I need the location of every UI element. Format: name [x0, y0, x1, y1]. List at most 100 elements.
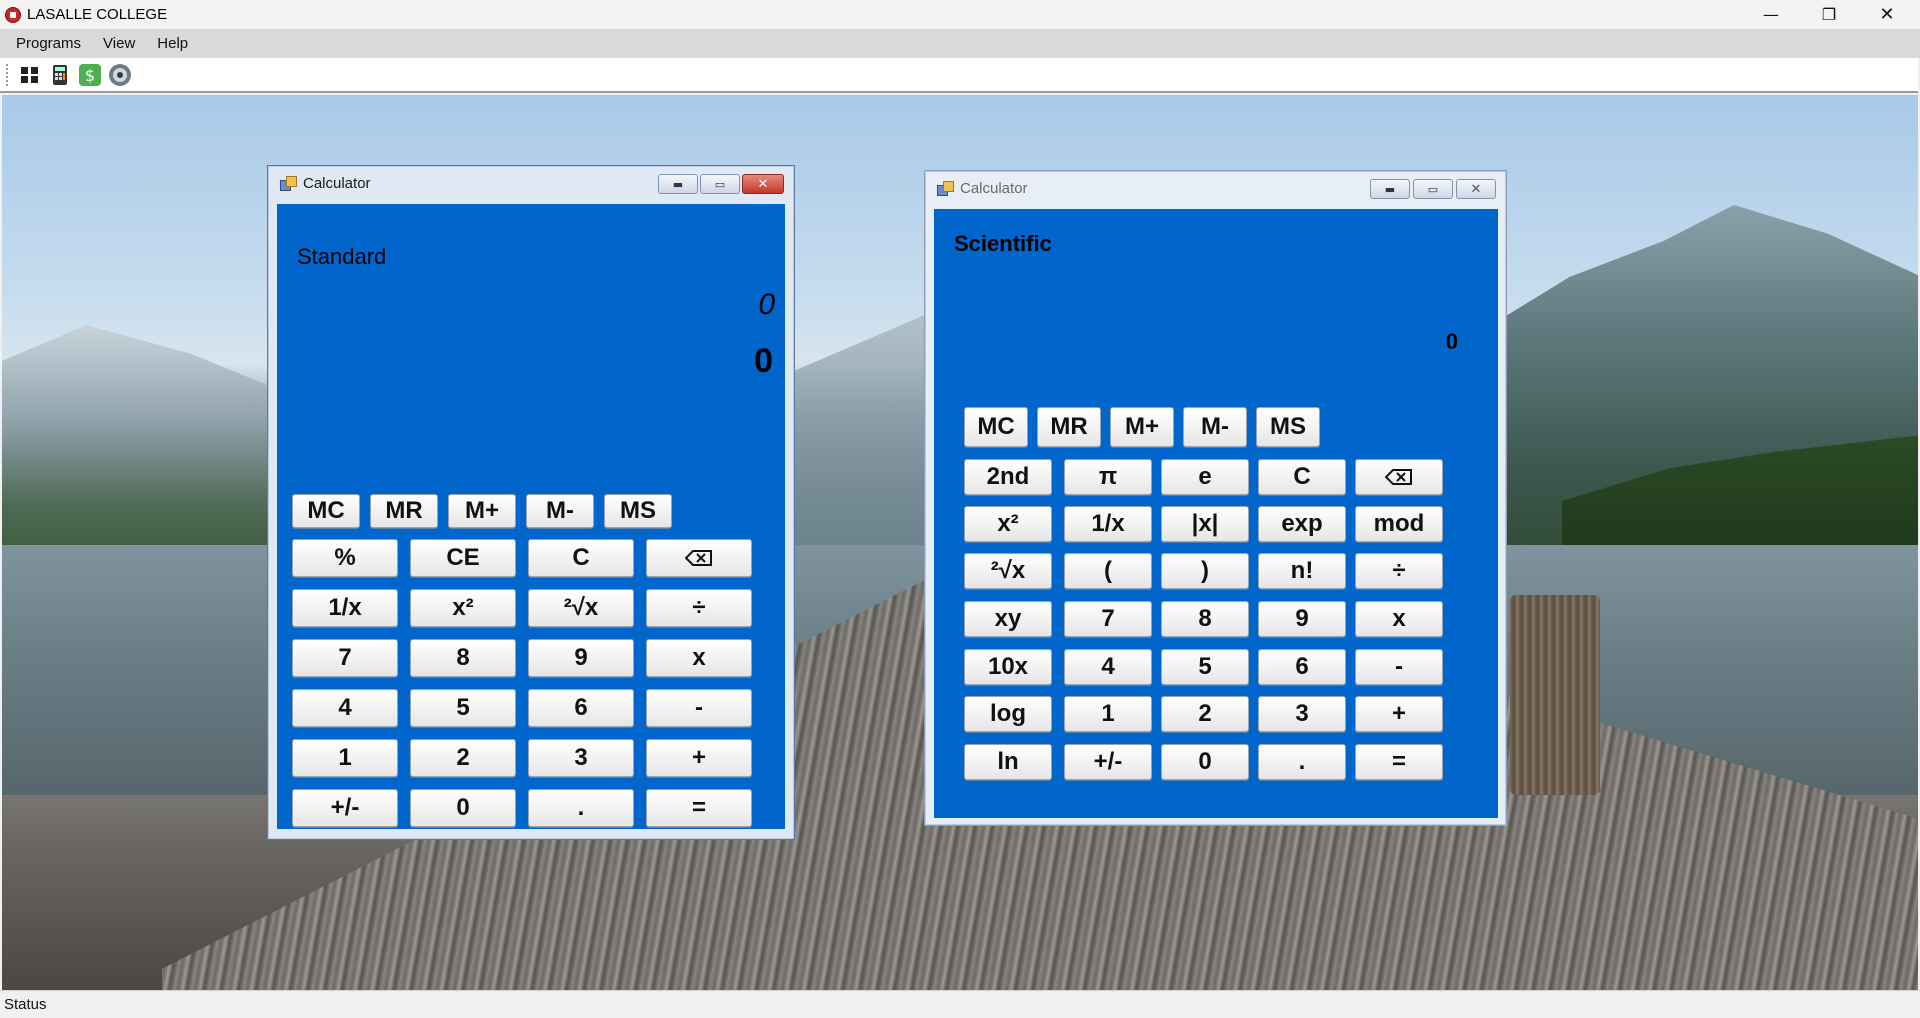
- disc-icon[interactable]: [107, 62, 133, 88]
- decimal-key[interactable]: .: [1258, 744, 1346, 780]
- window-title: Calculator: [960, 179, 1028, 197]
- result-display: 0: [1445, 329, 1458, 354]
- 0-key[interactable]: 0: [1161, 744, 1249, 780]
- backspace-icon: [685, 550, 712, 566]
- 1-key[interactable]: 1: [292, 739, 398, 777]
- m-minus-key[interactable]: M-: [526, 494, 594, 528]
- absolute-key[interactable]: |x|: [1161, 506, 1249, 542]
- 8-key[interactable]: 8: [410, 639, 516, 677]
- negate-key[interactable]: +/-: [1064, 744, 1152, 780]
- clear-entry-key[interactable]: CE: [410, 539, 516, 577]
- multiply-key[interactable]: x: [1355, 601, 1443, 637]
- minimize-button[interactable]: —: [1742, 0, 1800, 29]
- maximize-button[interactable]: ❐: [1800, 0, 1858, 29]
- svg-text:$: $: [85, 66, 95, 85]
- 3-key[interactable]: 3: [1258, 696, 1346, 732]
- 5-key[interactable]: 5: [410, 689, 516, 727]
- mode-label: Scientific: [954, 231, 1052, 256]
- 5-key[interactable]: 5: [1161, 649, 1249, 685]
- mc-key[interactable]: MC: [964, 407, 1028, 447]
- reciprocal-key[interactable]: 1/x: [1064, 506, 1152, 542]
- grid-icon[interactable]: [17, 62, 43, 88]
- calculator-panel: Scientific 0 MC MR M+ M- MS 2nd π e Cx² 1/x |x| exp…: [934, 209, 1498, 818]
- minimize-button[interactable]: ▬: [1370, 179, 1410, 199]
- clear-key[interactable]: C: [1258, 459, 1346, 495]
- factorial-key[interactable]: n!: [1258, 553, 1346, 589]
- add-key[interactable]: +: [646, 739, 752, 777]
- window-title: Calculator: [303, 174, 371, 192]
- exp-key[interactable]: exp: [1258, 506, 1346, 542]
- negate-key[interactable]: +/-: [292, 789, 398, 827]
- 7-key[interactable]: 7: [292, 639, 398, 677]
- mod-key[interactable]: mod: [1355, 506, 1443, 542]
- 6-key[interactable]: 6: [528, 689, 634, 727]
- mr-key[interactable]: MR: [370, 494, 438, 528]
- subtract-key[interactable]: -: [646, 689, 752, 727]
- ln-key[interactable]: ln: [964, 744, 1052, 780]
- pi-key[interactable]: π: [1064, 459, 1152, 495]
- equals-key[interactable]: =: [646, 789, 752, 827]
- square-key[interactable]: x²: [964, 506, 1052, 542]
- square-root-key[interactable]: ²√x: [528, 589, 634, 627]
- status-bar: Status: [0, 990, 1920, 1018]
- standard-calculator-window: Calculator ▬ ▭ ✕ Standard 0 0 MC MR M+ M- MS…: [267, 165, 795, 840]
- 9-key[interactable]: 9: [528, 639, 634, 677]
- subtract-key[interactable]: -: [1355, 649, 1443, 685]
- square-root-key[interactable]: ²√x: [964, 553, 1052, 589]
- add-key[interactable]: +: [1355, 696, 1443, 732]
- 7-key[interactable]: 7: [1064, 601, 1152, 637]
- 1-key[interactable]: 1: [1064, 696, 1152, 732]
- power-key[interactable]: xy: [964, 601, 1052, 637]
- m-plus-key[interactable]: M+: [448, 494, 516, 528]
- close-button[interactable]: ✕: [1456, 179, 1496, 199]
- calculator-app-icon: [937, 181, 954, 196]
- open-paren-key[interactable]: (: [1064, 553, 1152, 589]
- multiply-key[interactable]: x: [646, 639, 752, 677]
- 6-key[interactable]: 6: [1258, 649, 1346, 685]
- m-minus-key[interactable]: M-: [1183, 407, 1247, 447]
- close-button[interactable]: ✕: [1858, 0, 1916, 29]
- equals-key[interactable]: =: [1355, 744, 1443, 780]
- m-plus-key[interactable]: M+: [1110, 407, 1174, 447]
- status-text: Status: [4, 996, 47, 1013]
- percent-key[interactable]: %: [292, 539, 398, 577]
- euler-key[interactable]: e: [1161, 459, 1249, 495]
- reciprocal-key[interactable]: 1/x: [292, 589, 398, 627]
- toolbar: $: [0, 58, 1918, 93]
- square-key[interactable]: x²: [410, 589, 516, 627]
- second-key[interactable]: 2nd: [964, 459, 1052, 495]
- app-titlebar: LASALLE COLLEGE — ❐ ✕: [0, 0, 1920, 29]
- mc-key[interactable]: MC: [292, 494, 360, 528]
- 8-key[interactable]: 8: [1161, 601, 1249, 637]
- maximize-button[interactable]: ▭: [700, 174, 740, 194]
- 3-key[interactable]: 3: [528, 739, 634, 777]
- maximize-button[interactable]: ▭: [1413, 179, 1453, 199]
- menu-view[interactable]: View: [95, 35, 143, 52]
- backspace-key[interactable]: [1355, 459, 1443, 495]
- 4-key[interactable]: 4: [292, 689, 398, 727]
- ms-key[interactable]: MS: [604, 494, 672, 528]
- divide-key[interactable]: ÷: [1355, 553, 1443, 589]
- backspace-key[interactable]: [646, 539, 752, 577]
- ms-key[interactable]: MS: [1256, 407, 1320, 447]
- calculator-icon[interactable]: [47, 62, 73, 88]
- 0-key[interactable]: 0: [410, 789, 516, 827]
- mr-key[interactable]: MR: [1037, 407, 1101, 447]
- 2-key[interactable]: 2: [410, 739, 516, 777]
- menu-programs[interactable]: Programs: [8, 35, 89, 52]
- clear-key[interactable]: C: [528, 539, 634, 577]
- scientific-calculator-window: Calculator ▬ ▭ ✕ Scientific 0 MC MR M+ M- MS…: [924, 170, 1507, 826]
- divide-key[interactable]: ÷: [646, 589, 752, 627]
- log-key[interactable]: log: [964, 696, 1052, 732]
- 4-key[interactable]: 4: [1064, 649, 1152, 685]
- close-button[interactable]: ✕: [742, 174, 784, 194]
- toolbar-grip[interactable]: [6, 63, 9, 86]
- money-icon[interactable]: $: [77, 62, 103, 88]
- 2-key[interactable]: 2: [1161, 696, 1249, 732]
- 9-key[interactable]: 9: [1258, 601, 1346, 637]
- minimize-button[interactable]: ▬: [658, 174, 698, 194]
- decimal-key[interactable]: .: [528, 789, 634, 827]
- ten-power-key[interactable]: 10x: [964, 649, 1052, 685]
- menu-help[interactable]: Help: [149, 35, 196, 52]
- close-paren-key[interactable]: ): [1161, 553, 1249, 589]
